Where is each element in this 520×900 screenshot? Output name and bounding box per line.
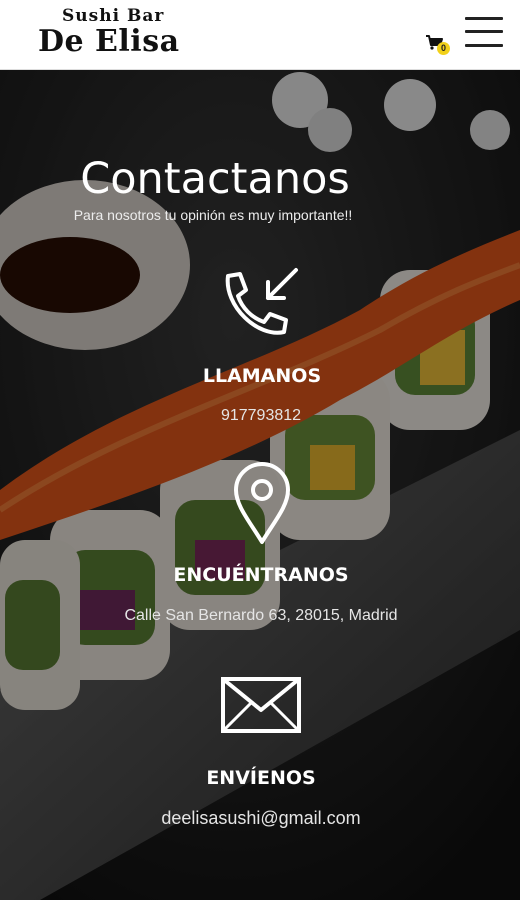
contact-content: Contactanos Para nosotros tu opinión es … bbox=[0, 70, 520, 900]
cart-button[interactable]: 0 bbox=[425, 32, 455, 56]
page-title: Contactanos bbox=[80, 154, 350, 204]
contact-page: Sushi Bar De Elisa 0 Contactanos Para no… bbox=[0, 0, 520, 900]
hero-section: Contactanos Para nosotros tu opinión es … bbox=[0, 70, 520, 900]
phone-number-link[interactable]: 917793812 bbox=[0, 407, 520, 425]
hamburger-menu-icon[interactable] bbox=[465, 15, 503, 49]
map-pin-icon bbox=[234, 462, 290, 544]
envelope-icon bbox=[221, 677, 301, 733]
logo[interactable]: Sushi Bar De Elisa bbox=[38, 4, 198, 64]
email-label: ENVÍENOS bbox=[206, 767, 316, 789]
phone-incoming-icon bbox=[225, 268, 298, 335]
logo-main-text: De Elisa bbox=[38, 24, 180, 59]
email-link[interactable]: deelisasushi@gmail.com bbox=[0, 808, 520, 829]
site-header: Sushi Bar De Elisa 0 bbox=[0, 0, 520, 70]
phone-label: LLAMANOS bbox=[202, 365, 322, 387]
address-link[interactable]: Calle San Bernardo 63, 28015, Madrid bbox=[0, 607, 520, 625]
logo-top-text: Sushi Bar bbox=[62, 6, 165, 26]
location-label: ENCUÉNTRANOS bbox=[173, 564, 349, 586]
cart-count-badge: 0 bbox=[437, 42, 450, 55]
page-subtitle: Para nosotros tu opinión es muy importan… bbox=[73, 207, 353, 223]
